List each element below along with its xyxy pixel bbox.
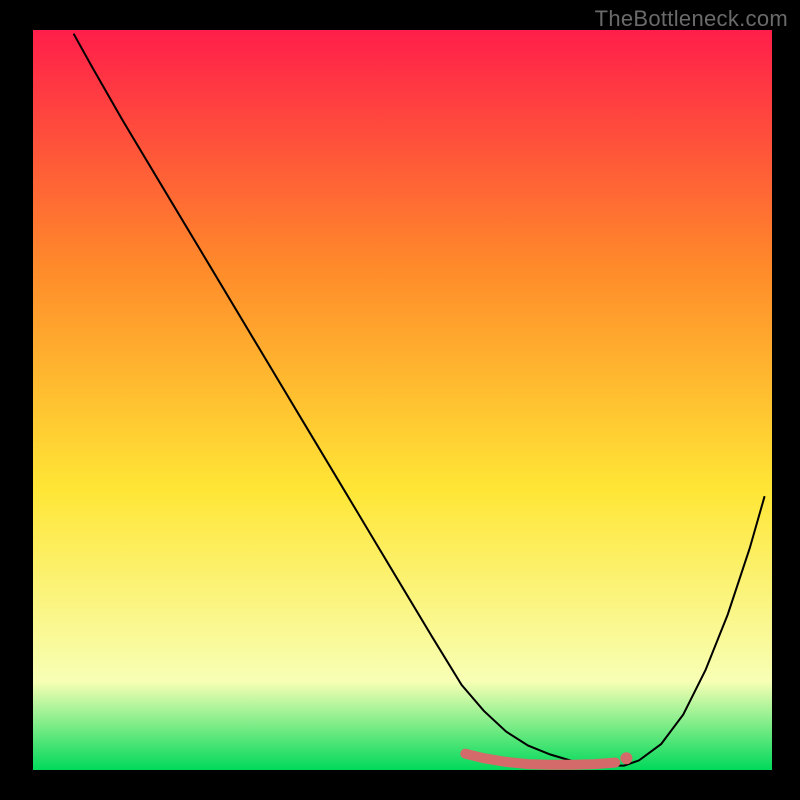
optimal-end-dot [620,752,632,764]
plot-background [33,30,772,770]
watermark-text: TheBottleneck.com [595,6,788,32]
chart-svg [0,0,800,800]
chart-container: TheBottleneck.com [0,0,800,800]
